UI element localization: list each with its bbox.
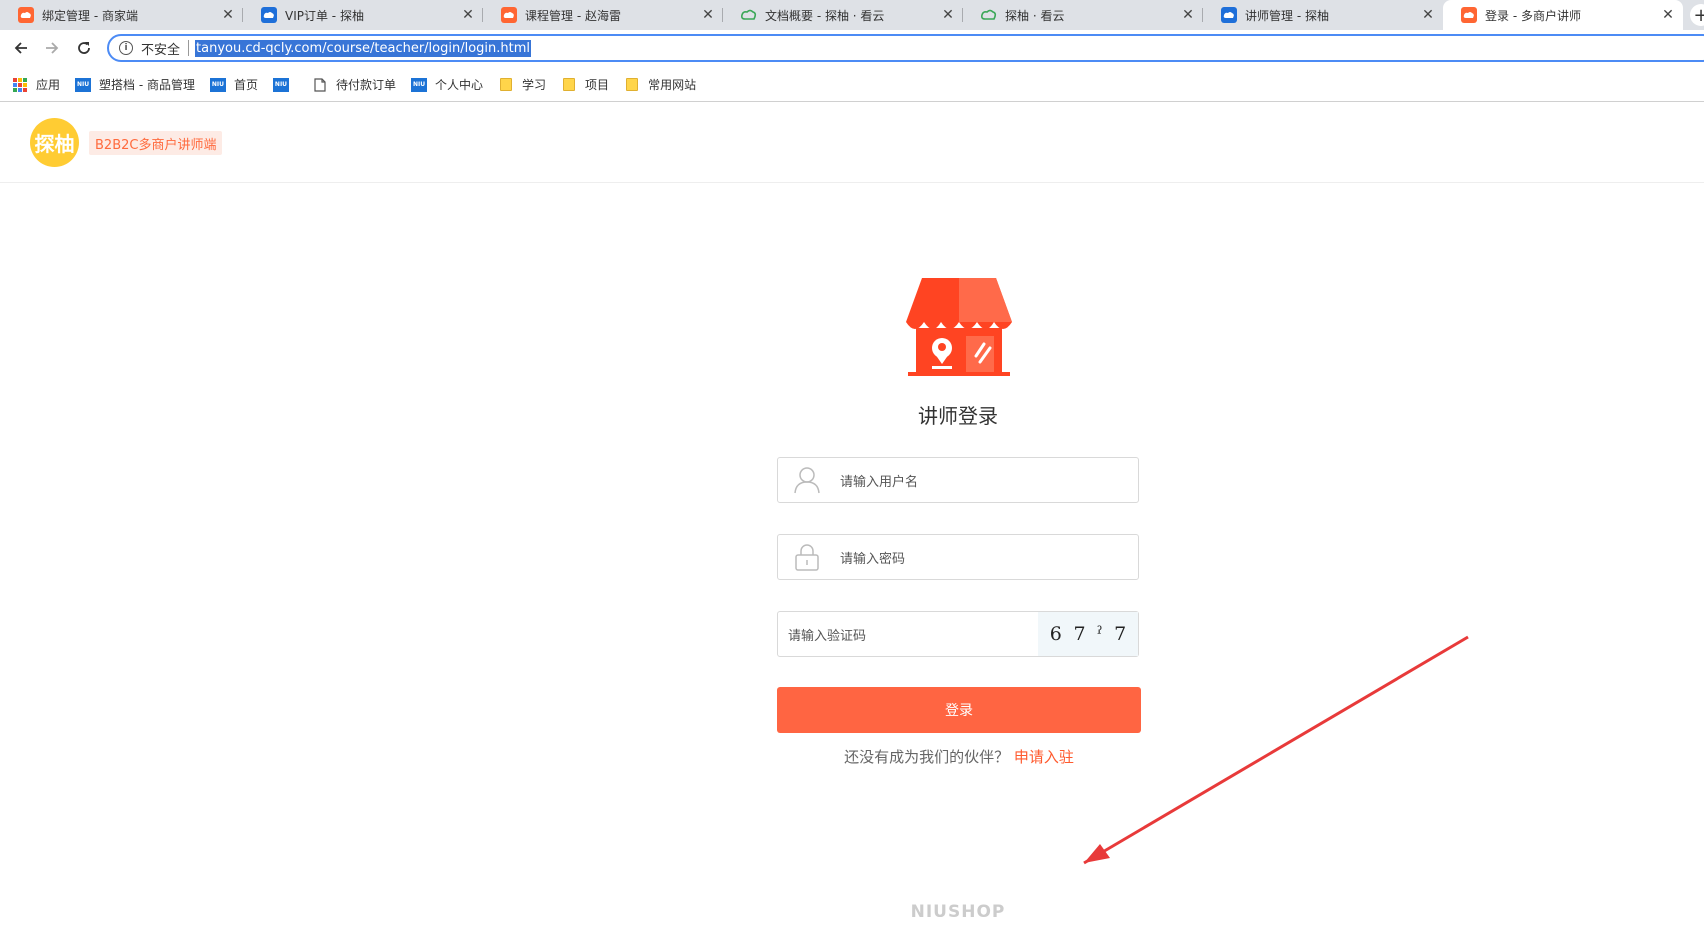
forward-icon[interactable] [42, 38, 62, 58]
shop-icon [906, 278, 1012, 376]
apps-grid-icon [12, 77, 28, 92]
bookmark-item[interactable]: NIU 首页 [209, 76, 258, 93]
bookmark-label: 首页 [233, 78, 258, 92]
apply-link[interactable]: 申请入驻 [1014, 748, 1074, 766]
bookmark-item[interactable]: 应用 [12, 76, 60, 93]
bookmark-folder[interactable]: 常用网站 [624, 76, 696, 93]
password-input[interactable]: 请输入密码 [840, 548, 905, 567]
niu-icon: NIU [411, 77, 428, 92]
apply-prompt: 还没有成为我们的伙伴？ [844, 748, 1010, 766]
footer-brand: NIUSHOP [910, 902, 1006, 922]
tab-title: 讲师管理 - 探柚 [1245, 8, 1329, 23]
bookmark-item[interactable]: NIU 塑搭档 - 商品管理 [75, 76, 195, 93]
username-input[interactable]: 请输入用户名 [840, 471, 918, 490]
niu-icon: NIU [209, 77, 226, 92]
bookmark-item[interactable]: 待付款订单 [312, 76, 396, 93]
close-icon[interactable]: ✕ [219, 6, 237, 24]
bookmarks-bar: 应用 NIU 塑搭档 - 商品管理 NIU 首页 NIU 待付款订单 NIU 个… [0, 68, 1704, 102]
close-icon[interactable]: ✕ [699, 6, 717, 24]
bookmark-label: 项目 [585, 78, 610, 92]
close-icon[interactable]: ✕ [1659, 6, 1677, 24]
page-icon [312, 77, 328, 92]
tab-title: 文档概要 - 探柚 · 看云 [765, 8, 885, 23]
bookmark-label: 个人中心 [435, 78, 484, 92]
security-label: 不安全 [141, 42, 181, 58]
tab-title: 登录 - 多商户讲师 [1485, 8, 1581, 23]
username-field[interactable]: 请输入用户名 [777, 457, 1139, 503]
browser-tab-strip: 绑定管理 - 商家端 ✕ VIP订单 - 探柚 ✕ 课程管理 - 赵海雷 ✕ 文… [0, 0, 1704, 30]
login-title: 讲师登录 [918, 404, 998, 428]
green-cloud-icon [741, 7, 757, 23]
browser-tab[interactable]: 讲师管理 - 探柚 ✕ [1203, 0, 1443, 30]
site-tagline: B2B2C多商户讲师端 [89, 131, 223, 155]
address-bar[interactable]: i 不安全 tanyou.cd-qcly.com/course/teacher/… [107, 34, 1704, 62]
bookmark-item[interactable]: NIU [273, 77, 297, 92]
browser-tab[interactable]: 绑定管理 - 商家端 ✕ [0, 0, 243, 30]
orange-cloud-icon [501, 7, 517, 23]
green-cloud-icon [981, 7, 997, 23]
browser-tab[interactable]: 文档概要 - 探柚 · 看云 ✕ [723, 0, 963, 30]
lock-icon [792, 542, 822, 572]
browser-tab[interactable]: VIP订单 - 探柚 ✕ [243, 0, 483, 30]
niu-icon: NIU [273, 77, 289, 92]
browser-tab[interactable]: 探柚 · 看云 ✕ [963, 0, 1203, 30]
bookmark-item[interactable]: NIU 个人中心 [411, 76, 483, 93]
bookmark-label: 应用 [36, 78, 61, 92]
annotation-arrow [1083, 635, 1469, 865]
folder-icon [561, 78, 577, 92]
site-logo[interactable]: 探柚 [30, 118, 79, 167]
user-icon [792, 465, 822, 495]
page-content: 探柚 B2B2C多商户讲师端 讲师登录 请输入用户名 请输入密码 请输入验证码 … [0, 102, 1704, 940]
blue-cloud-icon [1221, 7, 1237, 23]
tab-title: 课程管理 - 赵海雷 [525, 8, 621, 23]
niu-icon: NIU [75, 77, 92, 92]
tab-title: 探柚 · 看云 [1005, 8, 1065, 23]
reload-icon[interactable] [74, 38, 94, 58]
browser-tab-active[interactable]: 登录 - 多商户讲师 ✕ [1443, 0, 1683, 30]
password-field[interactable]: 请输入密码 [777, 534, 1139, 580]
bookmark-label: 学习 [522, 78, 547, 92]
tab-title: 绑定管理 - 商家端 [42, 8, 138, 23]
orange-cloud-icon [1461, 7, 1477, 23]
tab-title: VIP订单 - 探柚 [285, 8, 364, 23]
url-text[interactable]: tanyou.cd-qcly.com/course/teacher/login/… [195, 39, 532, 57]
captcha-input[interactable]: 请输入验证码 [788, 625, 1038, 644]
close-icon[interactable]: ✕ [1179, 6, 1197, 24]
folder-icon [624, 78, 640, 92]
new-tab-button[interactable]: + [1690, 4, 1704, 26]
site-header: 探柚 B2B2C多商户讲师端 [0, 102, 1704, 183]
folder-icon [498, 78, 514, 92]
browser-tab[interactable]: 课程管理 - 赵海雷 ✕ [483, 0, 723, 30]
captcha-char: 6 [1049, 623, 1062, 645]
bookmark-label: 待付款订单 [336, 78, 397, 92]
close-icon[interactable]: ✕ [1419, 6, 1437, 24]
info-icon[interactable]: i [119, 41, 133, 55]
close-icon[interactable]: ✕ [939, 6, 957, 24]
bookmark-label: 塑搭档 - 商品管理 [99, 78, 195, 92]
bookmark-label: 常用网站 [648, 78, 697, 92]
blue-cloud-icon [261, 7, 277, 23]
orange-cloud-icon [18, 7, 34, 23]
close-icon[interactable]: ✕ [459, 6, 477, 24]
back-icon[interactable] [11, 38, 31, 58]
bookmark-folder[interactable]: 学习 [498, 76, 546, 93]
bookmark-folder[interactable]: 项目 [561, 76, 609, 93]
